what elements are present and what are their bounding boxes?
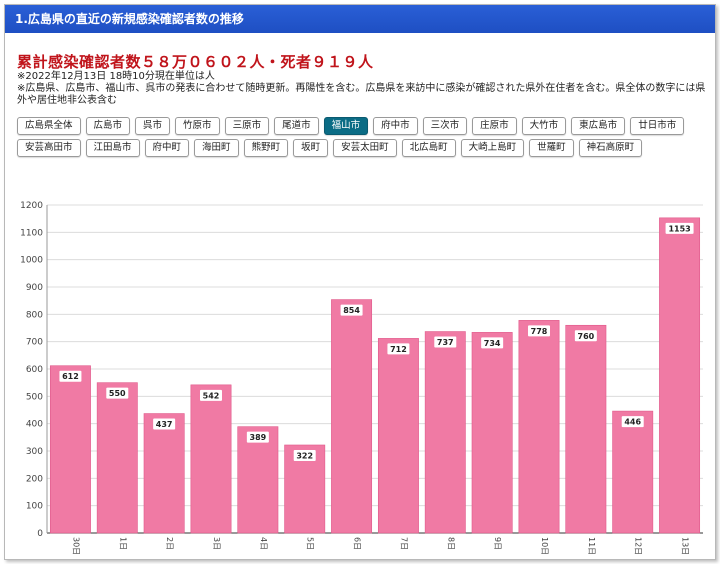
y-tick-label-1: 100 xyxy=(26,502,43,512)
bar-10 xyxy=(518,320,560,534)
x-tick-label-4: 4日 xyxy=(259,537,268,550)
bar-12 xyxy=(612,410,654,534)
data-label-5: 322 xyxy=(296,451,313,460)
x-tick-label-0: 30日 xyxy=(71,537,80,555)
bar-7 xyxy=(377,338,419,534)
bar-1 xyxy=(96,382,138,534)
filter-button-19[interactable]: 安芸太田町 xyxy=(333,139,397,157)
x-tick-label-5: 5日 xyxy=(306,537,315,550)
x-tick-label-12: 12日 xyxy=(634,537,643,555)
data-label-9: 734 xyxy=(484,339,501,348)
x-tick-label-7: 7日 xyxy=(399,537,408,550)
bar-3 xyxy=(190,384,232,534)
filter-button-0[interactable]: 広島県全体 xyxy=(17,117,81,135)
bar-8 xyxy=(424,331,466,534)
bar-11 xyxy=(565,324,607,534)
y-tick-label-0: 0 xyxy=(37,529,43,539)
filter-button-17[interactable]: 熊野町 xyxy=(243,139,289,157)
filter-button-10[interactable]: 大竹市 xyxy=(521,117,567,135)
y-tick-label-11: 1100 xyxy=(20,228,43,238)
note-line-2: ※広島県、広島市、福山市、呉市の発表に合わせて随時更新。再陽性を含む。広島県を来… xyxy=(17,83,706,106)
y-tick-label-6: 600 xyxy=(26,365,43,375)
data-label-8: 737 xyxy=(437,338,454,347)
bar-0 xyxy=(49,365,91,534)
x-tick-label-3: 3日 xyxy=(212,537,221,550)
data-label-3: 542 xyxy=(203,391,220,400)
filter-button-16[interactable]: 海田町 xyxy=(194,139,239,157)
filter-button-23[interactable]: 神石高原町 xyxy=(578,139,643,157)
y-tick-label-3: 300 xyxy=(26,447,43,457)
y-tick-label-2: 200 xyxy=(26,474,43,484)
data-label-7: 712 xyxy=(390,345,407,354)
data-label-6: 854 xyxy=(343,306,360,315)
bar-2 xyxy=(143,413,185,534)
y-tick-label-9: 900 xyxy=(26,283,43,293)
filter-button-2[interactable]: 呉市 xyxy=(135,117,171,135)
filter-button-7[interactable]: 府中市 xyxy=(373,117,418,135)
x-tick-label-2: 2日 xyxy=(165,537,174,550)
data-label-12: 446 xyxy=(624,418,641,427)
y-tick-label-7: 700 xyxy=(26,338,43,348)
x-tick-label-11: 11日 xyxy=(587,537,596,555)
summary-title: 累計感染確認者数５８万０６０２人・死者９１９人 xyxy=(17,53,374,71)
data-label-2: 437 xyxy=(156,420,173,429)
bar-13 xyxy=(659,217,701,534)
filter-button-11[interactable]: 東広島市 xyxy=(571,117,626,135)
y-tick-label-5: 500 xyxy=(26,392,43,402)
bar-6 xyxy=(331,299,373,534)
filter-button-13[interactable]: 安芸高田市 xyxy=(17,139,81,157)
region-filter-buttons: 広島県全体 広島市 呉市 竹原市 三原市 尾道市 福山市 府中市 三次市 庄原市 大竹市 東広島市 廿日… xyxy=(17,117,697,157)
filter-button-22[interactable]: 世羅町 xyxy=(529,139,574,157)
summary-note: ※2022年12月13日 18時10分現在単位は人 ※広島県、広島市、福山市、呉… xyxy=(17,71,707,107)
section-header: 1.広島県の直近の新規感染確認者数の推移 xyxy=(5,5,715,33)
filter-button-12[interactable]: 廿日市市 xyxy=(630,117,685,135)
x-tick-label-10: 10日 xyxy=(540,537,549,555)
filter-button-9[interactable]: 庄原市 xyxy=(472,117,517,135)
x-tick-label-13: 13日 xyxy=(681,537,690,555)
filter-button-18[interactable]: 坂町 xyxy=(293,139,329,157)
x-tick-label-1: 1日 xyxy=(118,537,127,550)
panel: 1.広島県の直近の新規感染確認者数の推移 累計感染確認者数５８万０６０２人・死者… xyxy=(4,4,716,560)
filter-button-21[interactable]: 大崎上島町 xyxy=(460,139,525,157)
filter-button-5[interactable]: 尾道市 xyxy=(274,117,319,135)
filter-button-6[interactable]: 福山市 xyxy=(323,117,369,135)
data-label-4: 389 xyxy=(250,433,267,442)
filter-button-20[interactable]: 北広島町 xyxy=(401,139,456,157)
x-tick-label-9: 9日 xyxy=(493,537,502,550)
data-label-13: 1153 xyxy=(668,224,690,233)
y-tick-label-10: 1000 xyxy=(20,256,43,266)
note-line-1: ※2022年12月13日 18時10分現在単位は人 xyxy=(17,71,215,82)
y-tick-label-12: 1200 xyxy=(20,201,43,211)
y-tick-label-4: 400 xyxy=(26,420,43,430)
filter-button-8[interactable]: 三次市 xyxy=(422,117,468,135)
filter-button-4[interactable]: 三原市 xyxy=(224,117,270,135)
x-tick-label-8: 8日 xyxy=(446,537,455,550)
data-label-1: 550 xyxy=(109,389,126,398)
cases-bar-chart: 0 100 200 300 400 500 600 700 800 900 1000 1100 1200… xyxy=(20,201,703,555)
x-tick-label-6: 6日 xyxy=(353,537,362,550)
data-label-11: 760 xyxy=(578,332,595,341)
filter-button-1[interactable]: 広島市 xyxy=(85,117,131,135)
filter-button-3[interactable]: 竹原市 xyxy=(175,117,220,135)
filter-button-15[interactable]: 府中町 xyxy=(144,139,190,157)
data-label-0: 612 xyxy=(62,372,79,381)
bar-9 xyxy=(471,332,513,534)
y-tick-label-8: 800 xyxy=(26,310,43,320)
data-label-10: 778 xyxy=(531,327,548,336)
filter-button-14[interactable]: 江田島市 xyxy=(85,139,140,157)
